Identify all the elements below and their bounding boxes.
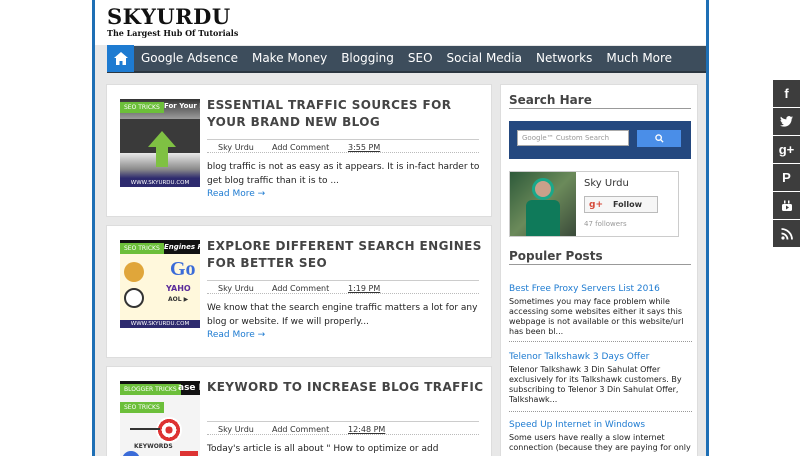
post-card: BLOGGER TRICKS SEO TRICKS ase B KEYWORDS… <box>106 366 492 456</box>
follow-widget: Sky Urdu g+ Follow 47 followers <box>509 171 679 237</box>
post-card: SEO TRICKS For Your Bra WWW.SKYURDU.COM … <box>106 84 492 217</box>
follow-button[interactable]: g+ Follow <box>584 196 658 213</box>
post-excerpt: blog traffic is not as easy as it appear… <box>207 162 480 186</box>
twitter-icon[interactable] <box>773 108 800 135</box>
post-category-badge[interactable]: SEO TRICKS <box>120 402 164 413</box>
read-more-link[interactable]: Read More → <box>207 189 265 199</box>
site-logo[interactable]: SKYURDU The Largest Hub Of Tutorials <box>107 4 239 39</box>
follow-button-label: Follow <box>613 200 643 209</box>
search-icon <box>654 134 664 143</box>
popular-post-desc: Sometimes you may face problem while acc… <box>509 297 684 336</box>
popular-post-desc: Some users have really a slow internet c… <box>509 433 691 452</box>
post-thumbnail[interactable]: SEO TRICKS For Your Bra WWW.SKYURDU.COM <box>120 99 200 187</box>
follow-name[interactable]: Sky Urdu <box>584 178 629 189</box>
nav-item-social-media[interactable]: Social Media <box>440 45 529 72</box>
site-header: SKYURDU The Largest Hub Of Tutorials <box>95 0 706 45</box>
nav-item-much-more[interactable]: Much More <box>599 45 679 72</box>
search-widget: Google™ Custom Search <box>509 121 691 159</box>
nav-item-make-money[interactable]: Make Money <box>245 45 334 72</box>
post-author[interactable]: Sky Urdu <box>218 143 254 152</box>
post-comment-link[interactable]: Add Comment <box>272 284 329 293</box>
facebook-icon[interactable]: f <box>773 80 800 107</box>
popular-post-item: Best Free Proxy Servers List 2016 Someti… <box>509 283 692 342</box>
rss-icon[interactable] <box>773 220 800 247</box>
post-category-badge[interactable]: BLOGGER TRICKS <box>120 384 181 395</box>
post-thumbnail[interactable]: SEO TRICKS Engines F Go YAHO AOL ▶ WWW.S… <box>120 240 200 328</box>
thumb-caption: ase B <box>178 383 200 393</box>
nav-item-google-adsence[interactable]: Google Adsence <box>134 45 245 72</box>
popular-post-item: Speed Up Internet in Windows Some users … <box>509 419 692 456</box>
post-title[interactable]: KEYWORD TO INCREASE BLOG TRAFFIC <box>207 379 487 396</box>
popular-posts-title: Populer Posts <box>509 249 691 265</box>
post-meta: Sky Urdu Add Comment 12:48 PM <box>207 421 479 435</box>
popular-post-link[interactable]: Best Free Proxy Servers List 2016 <box>509 283 692 295</box>
main-nav: Google Adsence Make Money Blogging SEO S… <box>107 45 706 73</box>
post-meta: Sky Urdu Add Comment 1:19 PM <box>207 280 479 294</box>
home-icon[interactable] <box>107 45 134 72</box>
post-author[interactable]: Sky Urdu <box>218 284 254 293</box>
nav-item-blogging[interactable]: Blogging <box>334 45 401 72</box>
thumb-url: KEYWORDS <box>134 443 173 450</box>
thumb-caption: Engines F <box>164 243 200 251</box>
post-title[interactable]: EXPLORE DIFFERENT SEARCH ENGINES FOR BET… <box>207 238 487 272</box>
thumb-caption: For Your Bra <box>164 102 200 110</box>
post-category-badge[interactable]: SEO TRICKS <box>120 243 164 254</box>
followers-count: 47 followers <box>584 220 627 228</box>
post-author[interactable]: Sky Urdu <box>218 425 254 434</box>
popular-post-link[interactable]: Speed Up Internet in Windows <box>509 419 692 431</box>
page-wrapper: SKYURDU The Largest Hub Of Tutorials Goo… <box>92 0 709 456</box>
google-plus-icon[interactable]: g+ <box>773 136 800 163</box>
youtube-icon[interactable] <box>773 192 800 219</box>
post-excerpt: Today's article is all about " How to op… <box>207 444 439 454</box>
popular-post-link[interactable]: Telenor Talkshawk 3 Days Offer <box>509 351 692 363</box>
thumb-url: WWW.SKYURDU.COM <box>120 179 200 187</box>
post-comment-link[interactable]: Add Comment <box>272 425 329 434</box>
nav-item-seo[interactable]: SEO <box>401 45 440 72</box>
post-category-badge[interactable]: SEO TRICKS <box>120 102 164 113</box>
post-time[interactable]: 3:55 PM <box>348 143 380 152</box>
post-card: SEO TRICKS Engines F Go YAHO AOL ▶ WWW.S… <box>106 225 492 358</box>
logo-tagline: The Largest Hub Of Tutorials <box>107 28 239 38</box>
google-plus-icon: g+ <box>589 200 603 210</box>
social-share-bar: f g+ P <box>773 80 800 248</box>
search-widget-title: Search Hare <box>509 93 691 109</box>
nav-item-networks[interactable]: Networks <box>529 45 599 72</box>
pinterest-icon[interactable]: P <box>773 164 800 191</box>
search-input[interactable]: Google™ Custom Search <box>517 130 629 146</box>
avatar[interactable] <box>510 172 576 236</box>
post-time[interactable]: 1:19 PM <box>348 284 380 293</box>
thumb-url: WWW.SKYURDU.COM <box>120 320 200 328</box>
sidebar: Search Hare Google™ Custom Search Sky Ur… <box>500 84 698 456</box>
post-comment-link[interactable]: Add Comment <box>272 143 329 152</box>
logo-name: SKYURDU <box>107 4 231 29</box>
post-time[interactable]: 12:48 PM <box>348 425 385 434</box>
read-more-link[interactable]: Read More → <box>207 330 265 340</box>
search-button[interactable] <box>637 130 681 147</box>
post-thumbnail[interactable]: BLOGGER TRICKS SEO TRICKS ase B KEYWORDS <box>120 381 200 456</box>
popular-post-item: Telenor Talkshawk 3 Days Offer Telenor T… <box>509 351 692 412</box>
post-meta: Sky Urdu Add Comment 3:55 PM <box>207 139 479 153</box>
popular-post-desc: Telenor Talkshawk 3 Din Sahulat Offer ex… <box>509 365 682 404</box>
post-title[interactable]: ESSENTIAL TRAFFIC SOURCES FOR YOUR BRAND… <box>207 97 487 131</box>
post-excerpt: We know that the search engine traffic m… <box>207 303 478 327</box>
